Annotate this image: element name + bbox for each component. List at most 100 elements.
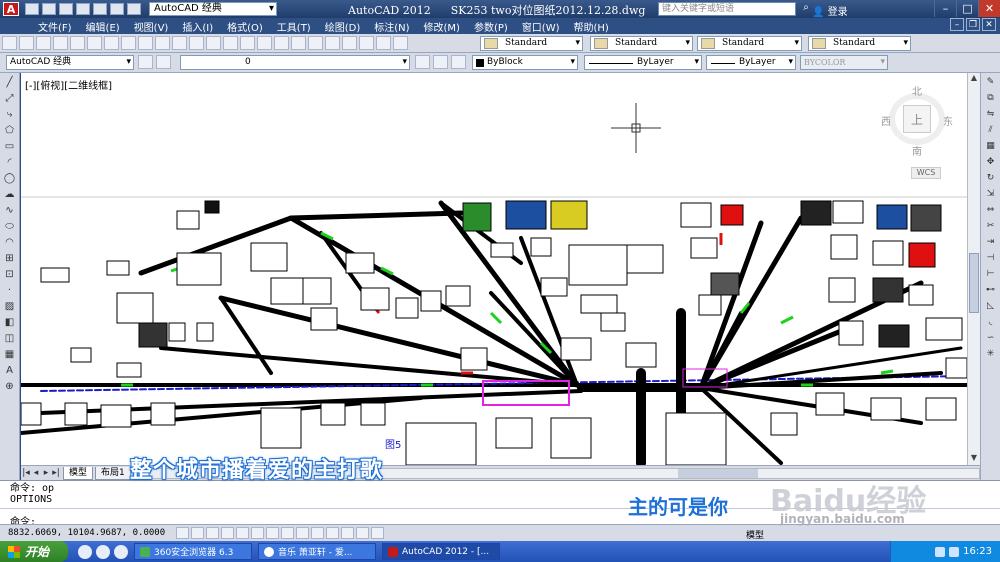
construction-line-icon[interactable]: ⤢ [3,92,17,105]
circle-icon[interactable]: ◯ [3,172,17,185]
horizontal-scroll-thumb[interactable] [677,468,758,478]
start-button[interactable]: 开始 [0,541,68,562]
object-snap-toggle[interactable] [251,527,264,539]
markup-icon[interactable] [359,36,374,50]
move-icon[interactable]: ✥ [984,156,998,169]
open-file-icon[interactable] [42,3,56,15]
maximize-button[interactable]: □ [956,0,978,17]
undo-icon[interactable] [110,3,124,15]
redo-icon[interactable] [206,36,221,50]
transparency-toggle[interactable] [341,527,354,539]
workspace-switcher[interactable]: AutoCAD 经典 [149,2,277,16]
infer-constraints-toggle[interactable] [176,527,189,539]
menu-view[interactable]: 视图(V) [134,19,169,34]
color-select[interactable]: ByBlock [472,55,578,70]
chamfer-icon[interactable]: ◺ [984,300,998,313]
add-selected-icon[interactable]: ⊕ [3,380,17,393]
layer-states-icon[interactable] [451,55,466,69]
copy-icon[interactable] [121,36,136,50]
workspace-select[interactable]: AutoCAD 经典 [6,55,134,70]
layer-select[interactable]: 0 [180,55,410,70]
make-current-layer-icon[interactable] [415,55,430,69]
rectangle-icon[interactable]: ▭ [3,140,17,153]
workspace-settings-icon[interactable] [138,55,153,69]
polygon-icon[interactable]: ⬠ [3,124,17,137]
menu-format[interactable]: 格式(O) [227,19,263,34]
help-search-input[interactable]: 键入关键字或短语 [658,2,796,16]
doc-restore-button[interactable]: ❐ [966,18,980,31]
tab-layout1[interactable]: 布局1 [95,466,131,480]
design-center-icon[interactable] [308,36,323,50]
dynamic-input-toggle[interactable] [311,527,324,539]
blend-icon[interactable]: ∽ [984,332,998,345]
minimize-button[interactable]: – [934,0,956,17]
lineweight-toggle[interactable] [326,527,339,539]
stretch-icon[interactable]: ⇔ [984,204,998,217]
ie-icon[interactable] [78,544,92,559]
ellipse-arc-icon[interactable]: ◠ [3,236,17,249]
block-editor-icon[interactable] [172,36,187,50]
viewcube-east[interactable]: 东 [943,113,953,128]
trim-icon[interactable]: ✂ [984,220,998,233]
match-properties-icon[interactable] [155,36,170,50]
copy-object-icon[interactable]: ⧉ [984,92,998,105]
sheet-set-icon[interactable] [342,36,357,50]
properties-icon[interactable] [291,36,306,50]
join-icon[interactable]: ⊷ [984,284,998,297]
coordinate-readout[interactable]: 8832.6069, 10104.9687, 0.0000 [8,528,165,538]
spline-icon[interactable]: ∿ [3,204,17,217]
make-block-icon[interactable]: ⊡ [3,268,17,281]
tool-palettes-icon[interactable] [325,36,340,50]
dim-style-select[interactable]: Standard [590,36,693,51]
grid-display-toggle[interactable] [206,527,219,539]
scroll-down-icon[interactable]: ▼ [968,453,980,465]
close-button[interactable]: ✕ [978,0,1000,17]
plot-preview-icon[interactable] [70,36,85,50]
break-point-icon[interactable]: ⊣ [984,252,998,265]
menu-draw[interactable]: 绘图(D) [325,19,361,34]
volume-icon[interactable] [949,546,960,557]
viewcube-top-face[interactable]: 上 [903,105,931,133]
viewcube-south[interactable]: 南 [912,143,922,158]
network-icon[interactable] [935,546,946,557]
paste-icon[interactable] [138,36,153,50]
menu-tools[interactable]: 工具(T) [277,19,311,34]
save-icon[interactable] [59,3,73,15]
menu-insert[interactable]: 插入(I) [182,19,213,34]
point-icon[interactable]: · [3,284,17,297]
viewcube[interactable]: 北 西 东 南 上 WCS [881,83,961,183]
polyline-icon[interactable]: ⤷ [3,108,17,121]
plot-icon[interactable] [53,36,68,50]
region-icon[interactable]: ◫ [3,332,17,345]
break-icon[interactable]: ⊢ [984,268,998,281]
menu-parametric[interactable]: 参数(P) [474,19,508,34]
zoom-realtime-icon[interactable] [240,36,255,50]
revcloud-icon[interactable]: ☁ [3,188,17,201]
wcs-menu[interactable]: WCS [911,167,941,179]
fillet-icon[interactable]: ◟ [984,316,998,329]
layer-manager-icon[interactable] [156,55,171,69]
ortho-mode-toggle[interactable] [221,527,234,539]
doc-minimize-button[interactable]: – [950,18,964,31]
new-file-icon[interactable] [25,3,39,15]
menu-modify[interactable]: 修改(M) [424,19,460,34]
save-as-icon[interactable] [76,3,90,15]
mleader-style-select[interactable]: Standard [808,36,911,51]
hatch-icon[interactable]: ▨ [3,300,17,313]
plot-icon[interactable] [93,3,107,15]
gradient-icon[interactable]: ◧ [3,316,17,329]
menu-window[interactable]: 窗口(W) [522,19,560,34]
viewcube-west[interactable]: 西 [881,113,891,128]
lineweight-select[interactable]: ByLayer [706,55,796,70]
object-snap-tracking-toggle[interactable] [281,527,294,539]
table-style-select[interactable]: Standard [697,36,802,51]
menu-dimension[interactable]: 标注(N) [374,19,409,34]
redo-icon[interactable] [127,3,141,15]
scroll-up-icon[interactable]: ▲ [968,73,980,85]
erase-icon[interactable]: ✎ [984,76,998,89]
zoom-window-icon[interactable] [257,36,272,50]
help-icon[interactable] [393,36,408,50]
quick-properties-toggle[interactable] [356,527,369,539]
media-player-icon[interactable] [96,544,110,559]
text-style-select[interactable]: Standard [480,36,583,51]
